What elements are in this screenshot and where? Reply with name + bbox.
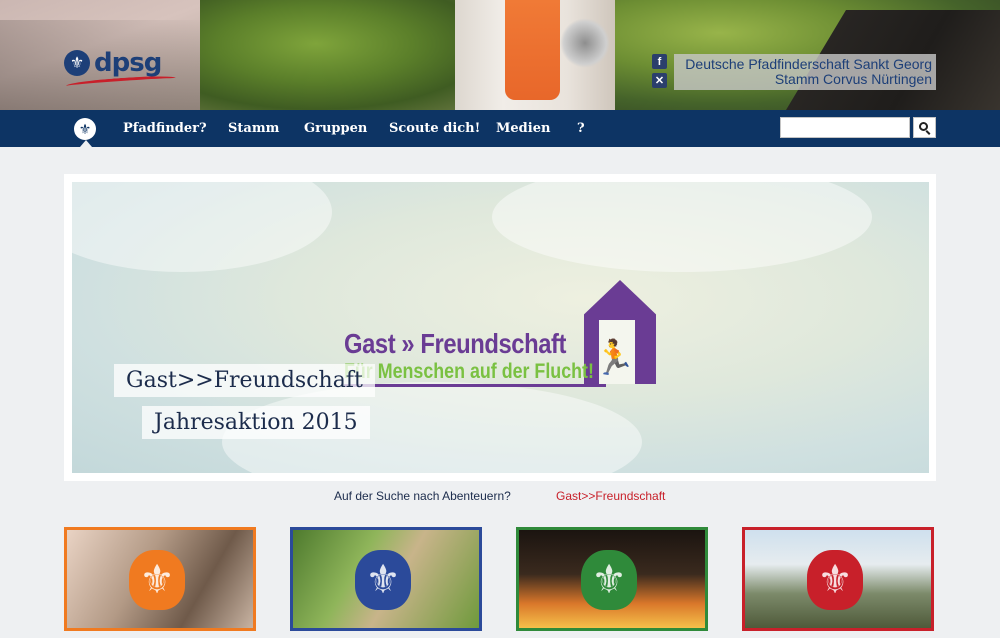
org-line-1: Deutsche Pfadfinderschaft Sankt Georg bbox=[685, 56, 932, 72]
lily-blue-icon: ⚜ bbox=[355, 550, 411, 610]
campaign-logo-subtitle: Für Menschen auf der Flucht! bbox=[344, 360, 594, 383]
logo-text: dpsg bbox=[94, 48, 162, 78]
home-lily-icon[interactable]: ⚜ bbox=[74, 118, 96, 140]
social-links: f ✕ bbox=[652, 54, 667, 88]
nav-item-medien[interactable]: Medien bbox=[496, 121, 550, 136]
slide-caption-subtitle: Jahresaktion 2015 bbox=[142, 406, 370, 439]
running-figure-icon: 🏃 bbox=[593, 339, 636, 377]
nav-item-stamm[interactable]: Stamm bbox=[228, 121, 279, 136]
lily-orange-icon: ⚜ bbox=[129, 550, 185, 610]
lily-red-icon: ⚜ bbox=[807, 550, 863, 610]
site-logo[interactable]: ⚜ dpsg bbox=[64, 48, 177, 90]
search-input[interactable] bbox=[780, 117, 910, 138]
lily-logo-icon: ⚜ bbox=[64, 50, 90, 76]
header-banner: ⚜ dpsg f ✕ Deutsche Pfadfinderschaft San… bbox=[0, 0, 1000, 110]
search-icon bbox=[919, 122, 928, 131]
nav-item-pfadfinder[interactable]: Pfadfinder? bbox=[123, 121, 207, 136]
tile-pfadfinder[interactable]: ⚜ bbox=[516, 527, 708, 631]
xing-icon[interactable]: ✕ bbox=[652, 73, 667, 88]
campaign-logo-title: Gast » Freundschaft bbox=[344, 328, 567, 359]
organization-name: Deutsche Pfadfinderschaft Sankt Georg St… bbox=[674, 54, 936, 90]
slide-caption-title: Gast>>Freundschaft bbox=[114, 364, 375, 397]
nav-item-help[interactable]: ? bbox=[577, 121, 585, 136]
search-button[interactable] bbox=[913, 117, 936, 138]
campaign-logo-underline bbox=[344, 384, 606, 387]
tile-woelflinge[interactable]: ⚜ bbox=[64, 527, 256, 631]
active-indicator bbox=[80, 140, 92, 147]
facebook-icon[interactable]: f bbox=[652, 54, 667, 69]
org-line-2: Stamm Corvus Nürtingen bbox=[774, 71, 932, 87]
slider-tab-gast-freundschaft[interactable]: Gast>>Freundschaft bbox=[556, 489, 665, 503]
lily-green-icon: ⚜ bbox=[581, 550, 637, 610]
nav-item-gruppen[interactable]: Gruppen bbox=[304, 121, 367, 136]
nav-item-scoute-dich[interactable]: Scoute dich! bbox=[389, 121, 480, 136]
slide-gast-freundschaft[interactable]: 🏃 Gast » Freundschaft Für Menschen auf d… bbox=[72, 182, 929, 473]
tile-rover[interactable]: ⚜ bbox=[742, 527, 934, 631]
slider-tab-abenteuer[interactable]: Auf der Suche nach Abenteuern? bbox=[334, 489, 511, 503]
tile-jungpfadfinder[interactable]: ⚜ bbox=[290, 527, 482, 631]
